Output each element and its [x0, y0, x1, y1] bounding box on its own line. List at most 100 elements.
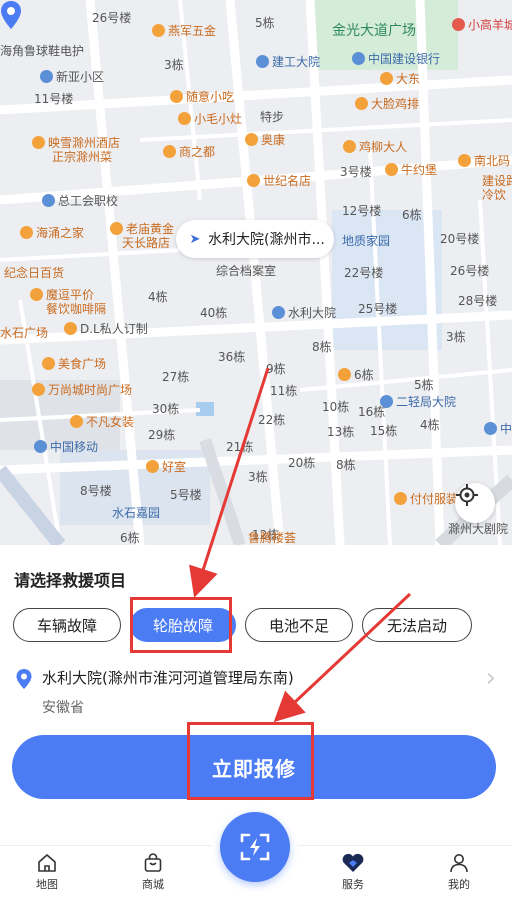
map-poi-label[interactable]: 5号楼 [170, 488, 202, 502]
map-poi-label[interactable]: 3栋 [248, 470, 268, 484]
option-battery-low[interactable]: 电池不足 [245, 608, 353, 642]
poi-text: 20号楼 [440, 232, 480, 246]
map-poi-label[interactable]: 4栋 [420, 418, 440, 432]
map-poi-label[interactable]: 商之都 [163, 145, 215, 159]
poi-text: 燕军五金 [168, 24, 217, 38]
map-poi-label[interactable]: 老庙黄金 [110, 222, 174, 236]
map-poi-label[interactable]: 11号楼 [34, 92, 73, 106]
map-poi-label[interactable]: 海角鲁球鞋电护 [0, 44, 84, 58]
map-poi-label[interactable]: 鸡柳大人 [343, 140, 407, 154]
location-name: 水利大院(滁州市淮河河道管理局东南) [42, 669, 294, 687]
map-poi-label[interactable]: 6栋 [402, 208, 422, 222]
map-poi-label[interactable]: 22栋 [258, 413, 285, 427]
map-poi-label[interactable]: 中国移动 [34, 440, 98, 454]
map-poi-label[interactable]: 25号楼 [358, 302, 397, 316]
map-poi-label[interactable]: 特步 [260, 110, 284, 124]
map-poi-label[interactable]: 魔逗平价 [30, 288, 94, 302]
map-poi-label[interactable]: 10栋 [322, 400, 349, 414]
map-poi-label[interactable]: 8栋 [336, 458, 356, 472]
chevron-right-icon: › [485, 663, 496, 693]
home-icon [38, 854, 56, 872]
map-poi-label[interactable]: 燕军五金 [152, 24, 216, 38]
poi-marker-icon [245, 133, 258, 146]
map-poi-label[interactable]: 26号楼 [450, 264, 489, 278]
map-poi-label[interactable]: 6栋 [120, 531, 140, 545]
map-poi-label[interactable]: 20号楼 [440, 232, 479, 246]
tab-map[interactable]: 地图 [17, 852, 77, 892]
location-callout[interactable]: ➤ 水利大院(滁州市... [176, 220, 334, 258]
map-poi-label[interactable]: 中国建设银行 [352, 52, 440, 66]
map-poi-label[interactable]: 13栋 [327, 425, 354, 439]
map-poi-label[interactable]: 15栋 [370, 424, 397, 438]
map-poi-label[interactable]: 奥康 [245, 133, 285, 147]
map-poi-label[interactable]: 餐饮咖啡隔 [46, 302, 106, 316]
map-poi-label[interactable]: 世纪名店 [247, 174, 311, 188]
map-poi-label[interactable]: 29栋 [148, 428, 175, 442]
scan-button[interactable] [220, 812, 290, 882]
map-poi-label[interactable]: 小毛小灶 [178, 112, 242, 126]
map-poi-label[interactable]: 11栋 [270, 384, 297, 398]
map-poi-label[interactable]: 28号楼 [458, 294, 497, 308]
map-poi-label[interactable]: 南北码 [458, 154, 510, 168]
map-poi-label[interactable]: 40栋 [200, 306, 227, 320]
map-poi-label[interactable]: 小高羊城生 [452, 18, 512, 32]
option-cannot-start[interactable]: 无法启动 [362, 608, 472, 642]
map-poi-label[interactable]: 16栋 [358, 405, 385, 419]
map-poi-label[interactable]: 12号楼 [342, 204, 381, 218]
map-poi-label[interactable]: 美食广场 [42, 357, 106, 371]
map-poi-label[interactable]: 不凡女装 [70, 415, 134, 429]
map-view[interactable]: 26号楼燕军五金5栋金光大道广场小高羊城生海角鲁球鞋电护3栋建工大院中国建设银行… [0, 0, 512, 545]
map-poi-label[interactable]: 二轻局大院 [380, 395, 456, 409]
map-poi-label[interactable]: 新亚小区 [40, 70, 104, 84]
map-poi-label[interactable]: 天长路店 [122, 236, 170, 250]
map-poi-label[interactable]: 3号楼 [340, 165, 372, 179]
map-poi-label[interactable]: 建工大院 [256, 55, 320, 69]
map-poi-label[interactable]: 映雪滁州酒店 [32, 136, 120, 150]
map-poi-label[interactable]: 水利大院 [272, 306, 336, 320]
map-poi-label[interactable]: 随意小吃 [170, 90, 234, 104]
map-poi-label[interactable]: 纪念日百货 [4, 266, 64, 280]
map-poi-label[interactable]: 26号楼 [92, 11, 131, 25]
tab-service[interactable]: 服务 [323, 852, 383, 892]
map-poi-label[interactable]: 5栋 [255, 16, 275, 30]
map-poi-label[interactable]: 滁州大剧院 [448, 522, 508, 536]
map-poi-label[interactable]: 5栋 [414, 378, 434, 392]
map-poi-label[interactable]: 综合档案室 [216, 264, 276, 278]
map-poi-label[interactable]: 大脸鸡排 [355, 97, 419, 111]
locate-button[interactable] [455, 483, 495, 523]
map-poi-label[interactable]: 鲁腾楼荟 [248, 531, 296, 545]
map-poi-label[interactable]: 20栋 [288, 456, 315, 470]
map-poi-label[interactable]: 3栋 [164, 58, 184, 72]
map-poi-label[interactable]: 36栋 [218, 350, 245, 364]
map-poi-label[interactable]: 大东 [380, 72, 420, 86]
map-poi-label[interactable]: 建设路 [482, 174, 512, 188]
map-poi-label[interactable]: 6栋 [338, 368, 374, 382]
tab-mall[interactable]: 商城 [123, 852, 183, 892]
map-poi-label[interactable]: 水石嘉园 [112, 506, 160, 520]
map-poi-label[interactable]: 中国 [484, 422, 512, 436]
map-poi-label[interactable]: 27栋 [162, 370, 189, 384]
map-poi-label[interactable]: 8栋 [312, 340, 332, 354]
map-poi-label[interactable]: 9栋 [266, 362, 286, 376]
map-poi-label[interactable]: 4栋 [148, 290, 168, 304]
map-poi-label[interactable]: 冷饮 [482, 188, 506, 202]
map-poi-label[interactable]: 牛约堡 [385, 163, 437, 177]
map-poi-label[interactable]: D.L私人订制 [64, 322, 148, 336]
map-poi-label[interactable]: 3栋 [446, 330, 466, 344]
map-poi-label[interactable]: 万尚城时尚广场 [32, 383, 132, 397]
option-vehicle-fault[interactable]: 车辆故障 [13, 608, 121, 642]
tab-mine[interactable]: 我的 [429, 852, 489, 892]
map-poi-label[interactable]: 22号楼 [344, 266, 383, 280]
map-poi-label[interactable]: 水石广场 [0, 326, 48, 340]
map-poi-label[interactable]: 好室 [146, 460, 186, 474]
map-poi-label[interactable]: 21栋 [226, 440, 253, 454]
map-poi-label[interactable]: 30栋 [152, 402, 179, 416]
map-poi-label[interactable]: 总工会职校 [42, 194, 118, 208]
map-poi-label[interactable]: 地质家园 [342, 234, 390, 248]
navigate-icon[interactable]: ➤ [182, 232, 208, 247]
map-poi-label[interactable]: 8号楼 [80, 484, 112, 498]
map-poi-label[interactable]: 正宗滁州菜 [52, 150, 112, 164]
panel-title: 请选择救援项目 [14, 571, 127, 590]
map-poi-label[interactable]: 金光大道广场 [332, 24, 416, 38]
map-poi-label[interactable]: 海涌之家 [20, 226, 84, 240]
